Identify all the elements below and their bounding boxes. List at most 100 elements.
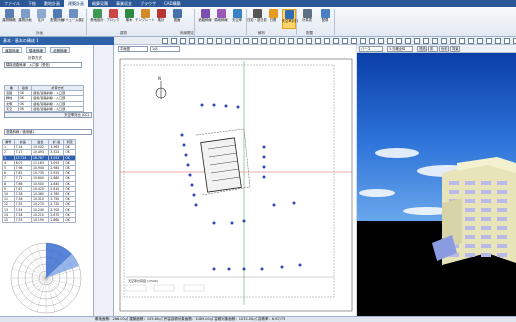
sky-chart-spoke xyxy=(12,277,47,288)
left-panel: 道路斜線 隣地斜線 北側斜線 計算方式 隣接道路斜線 - 入口部（受信） 種適用… xyxy=(0,45,94,317)
sky-factor-table: 番号 計画 適合 計-適 判定 1 7.14 10.502 3.363 OK 2 7.17 10.493… xyxy=(2,138,76,224)
toolbar-tool-icon[interactable] xyxy=(306,38,312,44)
toolbar-tool-icon[interactable] xyxy=(432,38,438,44)
sky-chart-spoke xyxy=(28,277,47,309)
ribbon-button-label: 図面 xyxy=(173,18,181,22)
view3d-button[interactable]: 背景 xyxy=(450,46,460,52)
measure-point xyxy=(194,203,198,207)
template-icon xyxy=(140,9,150,18)
menu-item[interactable]: 下絵 xyxy=(24,0,40,7)
tab-neighbor-slope[interactable]: 隣地斜線 xyxy=(26,47,46,53)
view3d-button[interactable]: 影 xyxy=(428,46,438,52)
toolbar-tool-icon[interactable] xyxy=(486,38,492,44)
toolbar-tool-icon[interactable] xyxy=(207,38,213,44)
3d-scene[interactable] xyxy=(357,53,516,317)
3d-view[interactable] xyxy=(357,53,516,317)
menu-item[interactable]: CAD構築 xyxy=(160,0,185,7)
window xyxy=(497,190,507,194)
window xyxy=(481,253,491,257)
toolbar-tool-icon[interactable] xyxy=(504,38,510,44)
sky-chart-spoke xyxy=(45,277,64,309)
toolbar-tool-icon[interactable] xyxy=(351,38,357,44)
toolbar-tool-icon[interactable] xyxy=(459,38,465,44)
toolbar-tool-icon[interactable] xyxy=(162,38,168,44)
menu-item[interactable]: ファイル xyxy=(0,0,24,7)
toolbar-tool-icon[interactable] xyxy=(279,38,285,44)
ribbon-group-label: 建物 xyxy=(120,31,127,35)
toolbar-tool-icon[interactable] xyxy=(198,38,204,44)
toolbar-tool-icon[interactable] xyxy=(297,38,303,44)
toolbar-tool-icon[interactable] xyxy=(387,38,393,44)
window xyxy=(497,208,507,212)
calc-method-select[interactable]: 隣接道路斜線 - 入口部（受信） xyxy=(4,62,82,68)
view-mode-select[interactable]: パース xyxy=(359,46,383,52)
toolbar-tool-icon[interactable] xyxy=(189,38,195,44)
view-style-select[interactable]: 3.鳥瞰全体 xyxy=(387,46,413,52)
toolbar-tool-icon[interactable] xyxy=(234,38,240,44)
place-button[interactable]: 配置 xyxy=(318,9,332,29)
site-plan-canvas[interactable]: N 天空率計算図 (1/500) xyxy=(114,55,356,317)
toolbar-tool-icon[interactable] xyxy=(324,38,330,44)
road-slope-icon xyxy=(200,9,210,18)
toolbar-tool-icon[interactable] xyxy=(261,38,267,44)
site-icon xyxy=(92,9,102,18)
measure-point xyxy=(272,203,276,207)
drawing-button[interactable]: 図面 xyxy=(170,9,184,29)
view3d-button[interactable]: 透過 xyxy=(417,46,427,52)
toolbar-tool-icon[interactable] xyxy=(495,38,501,44)
menu-item[interactable]: 建築計画 xyxy=(64,0,88,7)
sky-factor-icon xyxy=(232,9,242,18)
drawing-area[interactable]: 平面図 1/A N 天空率計算図 (1/500) xyxy=(114,45,356,317)
toolbar-tool-icon[interactable] xyxy=(270,38,276,44)
toolbar-tool-icon[interactable] xyxy=(288,38,294,44)
ribbon-separator xyxy=(86,9,87,35)
view3d-button[interactable]: 色彩 xyxy=(439,46,449,52)
toolbar-tool-icon[interactable] xyxy=(450,38,456,44)
toolbar-tool-icon[interactable] xyxy=(477,38,483,44)
sky-calc-button[interactable]: 天空率計算 xyxy=(282,9,298,29)
toolbar-tool-icon[interactable] xyxy=(441,38,447,44)
sum-icon xyxy=(156,9,166,18)
toolbar-tool-icon[interactable] xyxy=(342,38,348,44)
table-row[interactable]: 天空 OK 緩和/道路斜線 - 入口部 xyxy=(4,105,84,112)
measure-point xyxy=(212,221,216,225)
toolbar-tool-icon[interactable] xyxy=(315,38,321,44)
toolbar-tool-icon[interactable] xyxy=(378,38,384,44)
menu-item[interactable]: 事業収支 xyxy=(112,0,136,7)
menu-item[interactable]: 概算見積 xyxy=(88,0,112,7)
north-arrow-icon: N xyxy=(155,76,167,99)
menu-item[interactable]: ブラウザ xyxy=(136,0,160,7)
toolbar-tool-icon[interactable] xyxy=(252,38,258,44)
toolbar-tool-icon[interactable] xyxy=(225,38,231,44)
toolbar-tool-icon[interactable] xyxy=(405,38,411,44)
toolbar-tool-icon[interactable] xyxy=(468,38,474,44)
toolbar-tool-icon[interactable] xyxy=(243,38,249,44)
tab-north-slope[interactable]: 北側斜線 xyxy=(50,47,70,53)
table-cell: 15 xyxy=(2,216,15,224)
toolbar-tool-icon[interactable] xyxy=(216,38,222,44)
toolbar-tool-icon[interactable] xyxy=(414,38,420,44)
volume-button[interactable]: ボリューム検討 xyxy=(62,9,84,29)
toolbar-tool-icon[interactable] xyxy=(171,38,177,44)
report-button[interactable]: 計算書 xyxy=(300,9,314,29)
toolbar-tool-icon[interactable] xyxy=(360,38,366,44)
toolbar-tool-icon[interactable] xyxy=(369,38,375,44)
table-row[interactable]: 15 7.53 10.190 2.660 OK xyxy=(2,216,76,224)
sky-factor-button[interactable]: 天空率 xyxy=(230,9,244,29)
tool-bar xyxy=(114,37,516,45)
toolbar-tool-icon[interactable] xyxy=(423,38,429,44)
toolbar-tool-icon[interactable] xyxy=(180,38,186,44)
ribbon-group-label: 斜線関定 xyxy=(180,31,194,35)
toolbar-tool-icon[interactable] xyxy=(333,38,339,44)
tab-road-slope[interactable]: 道路斜線 xyxy=(2,47,22,53)
sunlight-button[interactable]: 日照 xyxy=(266,9,280,29)
menu-item[interactable]: 敷地計画 xyxy=(40,0,64,7)
ribbon-group-label: 配置 xyxy=(306,31,313,35)
svg-text:N: N xyxy=(158,76,161,81)
toolbar-tool-icon[interactable] xyxy=(396,38,402,44)
window xyxy=(481,235,491,239)
sky-factor-compare-button[interactable]: 天空率対比 (CC) xyxy=(4,112,92,118)
scale-select[interactable]: 1/A xyxy=(150,46,180,52)
slope-select[interactable]: 道路斜線 / 適用値1 xyxy=(4,129,92,135)
layer-select[interactable]: 平面図 xyxy=(118,46,148,52)
